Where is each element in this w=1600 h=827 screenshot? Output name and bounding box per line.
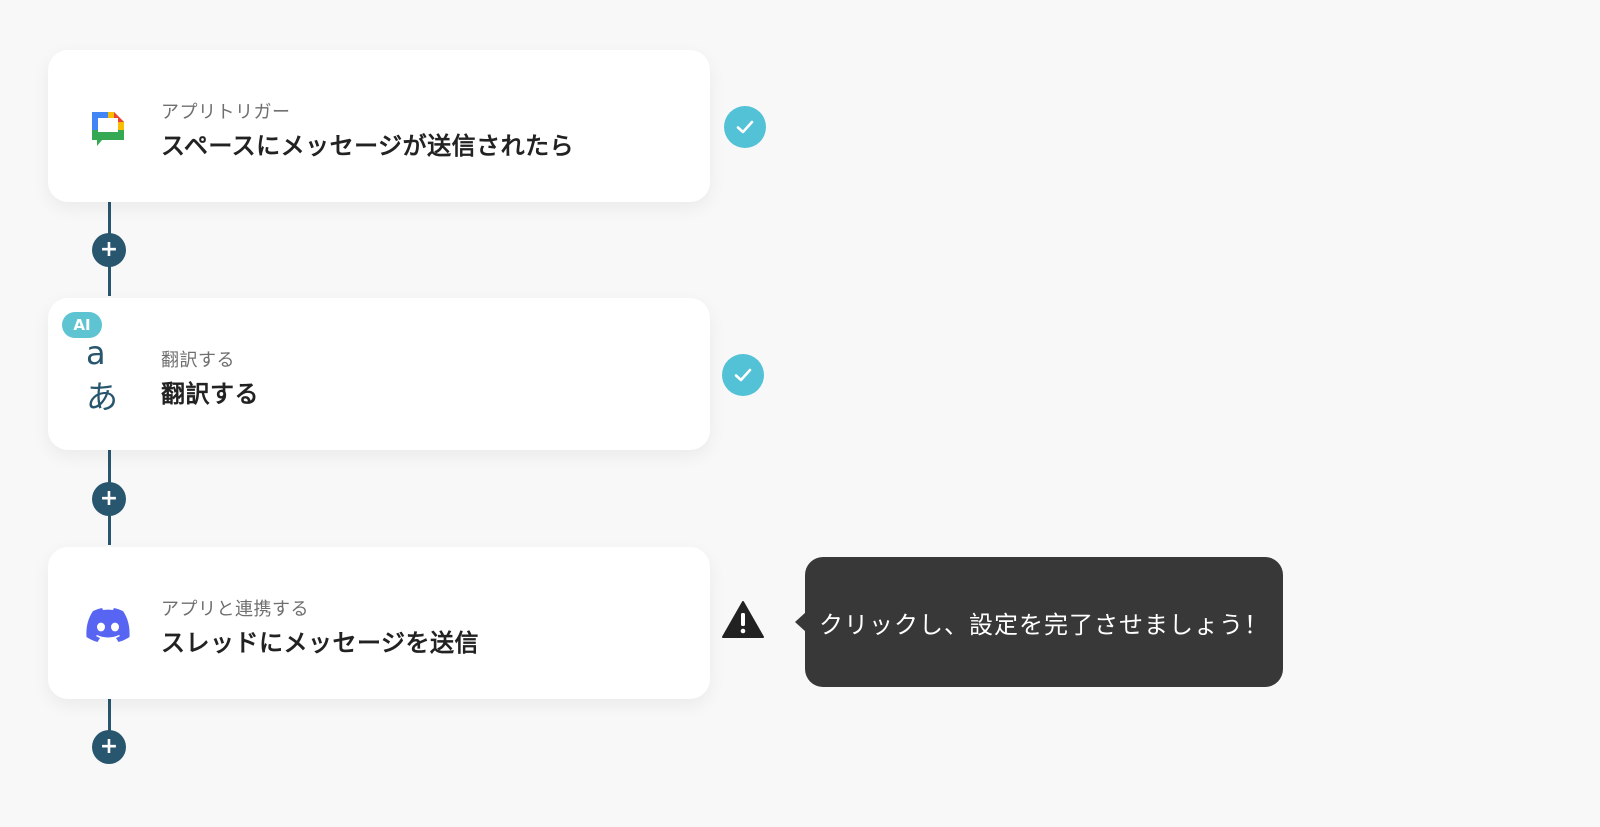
step-card-translate[interactable]: AI aあ 翻訳する 翻訳する (48, 298, 710, 450)
check-icon (724, 106, 766, 148)
warning-icon (721, 600, 765, 640)
step-title: スペースにメッセージが送信されたら (161, 132, 575, 160)
add-step-button[interactable]: + (92, 482, 126, 516)
google-chat-icon (86, 106, 130, 150)
add-step-button[interactable]: + (92, 730, 126, 764)
step-card-discord[interactable]: アプリと連携する スレッドにメッセージを送信 (48, 547, 710, 699)
step-title: スレッドにメッセージを送信 (161, 629, 480, 657)
translate-icon: aあ (86, 334, 130, 416)
step-title: 翻訳する (161, 380, 259, 408)
step-subtitle: アプリトリガー (161, 102, 291, 123)
step-subtitle: 翻訳する (161, 350, 235, 371)
translate-glyph: aあ (86, 334, 118, 416)
tooltip-text: クリックし、設定を完了させましょう！ (819, 610, 1269, 639)
step-subtitle: アプリと連携する (161, 599, 309, 620)
check-icon (722, 354, 764, 396)
setup-tooltip: クリックし、設定を完了させましょう！ (795, 557, 1283, 687)
discord-icon (86, 603, 130, 647)
step-card-trigger[interactable]: アプリトリガー スペースにメッセージが送信されたら (48, 50, 710, 202)
add-step-button[interactable]: + (92, 233, 126, 267)
tooltip-arrow (795, 612, 806, 632)
